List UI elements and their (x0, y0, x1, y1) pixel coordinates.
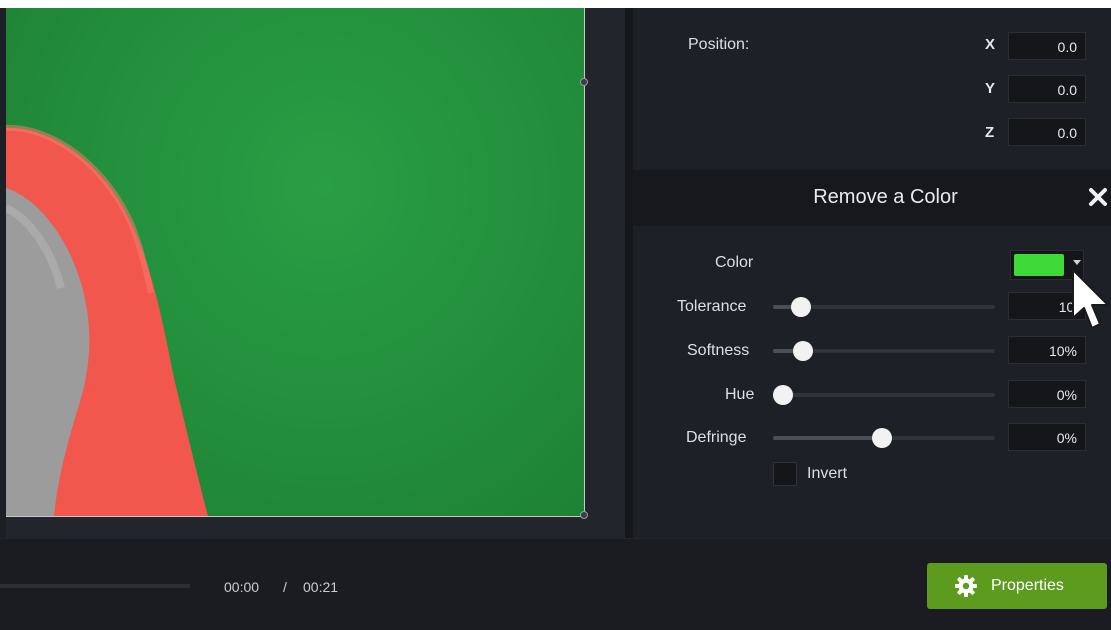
softness-field[interactable]: 10% (1008, 336, 1086, 364)
softness-label: Softness (687, 342, 750, 359)
current-time: 00:00 (224, 579, 260, 595)
hue-label: Hue (725, 386, 755, 403)
hue-slider-knob[interactable] (773, 385, 793, 405)
gear-icon (955, 575, 977, 597)
time-separator: / (283, 579, 287, 595)
position-z-label: Z (985, 124, 995, 141)
resize-handle-bottom-right[interactable] (580, 511, 588, 519)
defringe-slider-knob[interactable] (872, 428, 892, 448)
resize-handle-right[interactable] (580, 78, 588, 86)
color-label: Color (715, 254, 754, 271)
subject-figure (6, 124, 208, 516)
position-y-field[interactable]: 0.0 (1008, 75, 1086, 103)
properties-button[interactable]: Properties (927, 563, 1107, 609)
tolerance-label: Tolerance (677, 298, 747, 315)
playback-bar: 00:00 / 00:21 Properties (0, 538, 1111, 630)
video-preview[interactable] (6, 8, 584, 516)
remove-color-header[interactable]: Remove a Color (633, 170, 1111, 226)
position-x-field[interactable]: 0.0 (1008, 32, 1086, 60)
invert-checkbox[interactable] (773, 462, 797, 486)
defringe-label: Defringe (686, 429, 747, 446)
properties-button-label: Properties (991, 577, 1064, 594)
editor-window: Position: X 0.0 Y 0.0 Z 0.0 Remove a Col… (0, 0, 1111, 630)
position-y-label: Y (985, 80, 996, 97)
invert-label: Invert (807, 465, 848, 482)
position-z-field[interactable]: 0.0 (1008, 118, 1086, 146)
hue-field[interactable]: 0% (1008, 380, 1086, 408)
tolerance-slider-knob[interactable] (791, 297, 811, 317)
remove-color-title: Remove a Color (813, 186, 958, 208)
color-swatch (1014, 254, 1064, 276)
defringe-field[interactable]: 0% (1008, 423, 1086, 451)
position-x-label: X (985, 36, 996, 53)
close-icon[interactable] (1085, 184, 1111, 210)
panel-divider[interactable] (625, 8, 633, 538)
properties-panel: Position: X 0.0 Y 0.0 Z 0.0 Remove a Col… (633, 8, 1111, 538)
top-strip (0, 0, 1111, 8)
total-time: 00:21 (303, 579, 339, 595)
softness-slider-knob[interactable] (793, 341, 813, 361)
canvas-area (6, 8, 631, 538)
playback-scrubber[interactable] (0, 584, 190, 588)
mouse-cursor-icon (1072, 269, 1109, 329)
chevron-down-icon (1073, 260, 1081, 265)
position-label: Position: (688, 36, 750, 53)
hue-slider[interactable] (773, 393, 995, 397)
